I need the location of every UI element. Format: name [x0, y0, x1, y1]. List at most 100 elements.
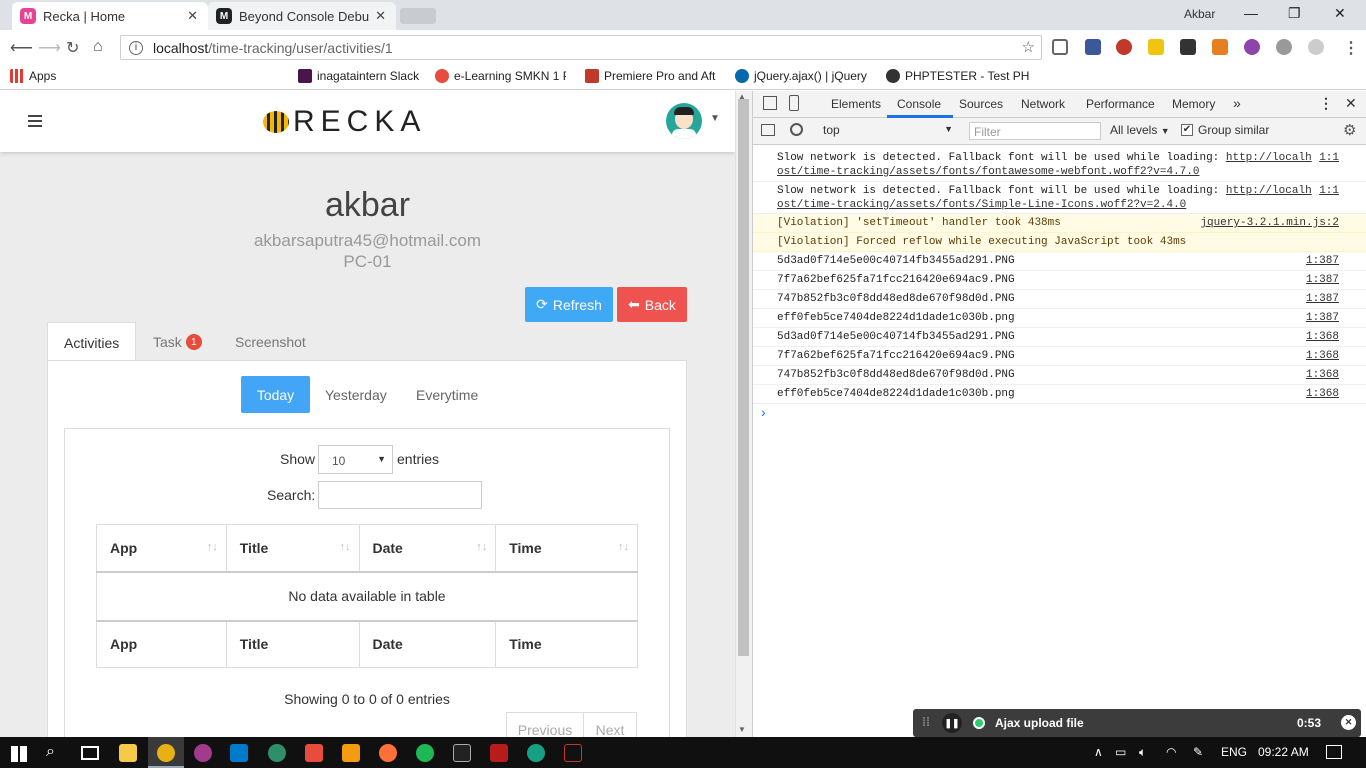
message-link-cont[interactable]: ost/time-tracking/assets/fonts/Simple-Li… — [777, 199, 1186, 211]
context-selector[interactable]: top ▼ — [823, 123, 953, 137]
log-levels-select[interactable]: All levels ▼ — [1110, 123, 1170, 137]
tab-activities[interactable]: Activities — [47, 322, 136, 361]
devtools-tab-console[interactable]: Console — [897, 97, 941, 111]
address-bar[interactable]: i localhost/time-tracking/user/activitie… — [120, 35, 1042, 60]
console-settings-gear-icon[interactable]: ⚙ — [1343, 121, 1356, 139]
devtools-tab-sources[interactable]: Sources — [959, 97, 1003, 111]
message-source[interactable]: 1:368 — [1306, 347, 1339, 365]
devtools-tab-memory[interactable]: Memory — [1172, 97, 1215, 111]
refresh-button[interactable]: ⟳ Refresh — [525, 287, 613, 322]
app-purple-icon[interactable] — [194, 744, 212, 762]
page-size-select[interactable]: 10 ▼ — [318, 445, 393, 474]
bookmark-star-icon[interactable]: ☆ — [1022, 38, 1035, 56]
range-today-button[interactable]: Today — [241, 376, 310, 413]
system-clock[interactable]: 09:22 AM — [1258, 745, 1309, 759]
bookmark-apps[interactable]: Apps — [10, 69, 56, 83]
filezilla-icon[interactable] — [490, 744, 508, 762]
message-source[interactable]: 1:1 — [1319, 184, 1339, 198]
more-tabs-icon[interactable]: » — [1233, 95, 1241, 111]
scroll-up-icon[interactable]: ▲ — [738, 92, 746, 101]
message-source[interactable]: 1:387 — [1306, 252, 1339, 270]
scroll-down-icon[interactable]: ▼ — [738, 725, 746, 734]
forward-arrow-icon[interactable]: ⟶ — [38, 38, 61, 58]
gray-extension-icon[interactable] — [1308, 39, 1324, 55]
wifi-icon[interactable]: ◠ — [1166, 745, 1176, 759]
drag-handle-icon[interactable]: ⁞⁞ — [922, 715, 930, 729]
hamburger-menu-icon[interactable] — [28, 115, 42, 127]
people-extension-icon[interactable] — [1116, 39, 1132, 55]
reload-icon[interactable]: ↻ — [66, 38, 79, 58]
image-extension-icon[interactable] — [1212, 39, 1228, 55]
battery-icon[interactable]: ▭ — [1115, 745, 1126, 759]
screenshot-extension-icon[interactable] — [1085, 39, 1101, 55]
spotify-icon[interactable] — [416, 744, 434, 762]
window-close-icon[interactable]: ✕ — [1334, 5, 1346, 22]
info-icon[interactable]: i — [129, 40, 143, 55]
devtools-menu-icon[interactable]: ⋮ — [1319, 95, 1333, 112]
browser-tab-beyond[interactable]: M Beyond Console Debugg ✕ — [208, 2, 396, 30]
close-tab-icon[interactable]: ✕ — [375, 8, 386, 24]
bookmark-premiere[interactable]: Premiere Pro and Aft — [585, 69, 716, 83]
device-toolbar-icon[interactable] — [789, 95, 799, 111]
app-dark-icon[interactable] — [564, 744, 582, 762]
bookmark-slack[interactable]: inagataintern Slack — [298, 69, 419, 83]
close-tab-icon[interactable]: ✕ — [187, 8, 198, 24]
clear-console-icon[interactable] — [790, 123, 803, 136]
devtools-tab-performance[interactable]: Performance — [1086, 97, 1155, 111]
avatar[interactable] — [666, 103, 702, 139]
tab-screenshot[interactable]: Screenshot — [235, 334, 306, 350]
home-icon[interactable]: ⌂ — [93, 38, 103, 56]
browser-tab-recka[interactable]: M Recka | Home ✕ — [12, 2, 208, 30]
message-source[interactable]: jquery-3.2.1.min.js:2 — [1200, 214, 1339, 232]
notification-close-icon[interactable]: ✕ — [1341, 715, 1356, 730]
sublime-icon[interactable] — [342, 744, 360, 762]
app-red-icon[interactable] — [305, 744, 323, 762]
pen-icon[interactable]: ✎ — [1193, 745, 1203, 759]
devtools-tab-elements[interactable]: Elements — [831, 97, 881, 111]
chrome-menu-icon[interactable]: ⋮ — [1343, 38, 1359, 58]
message-source[interactable]: 1:368 — [1306, 328, 1339, 346]
message-source[interactable]: 1:387 — [1306, 309, 1339, 327]
minimize-icon[interactable]: — — [1244, 5, 1258, 21]
vscode-icon[interactable] — [230, 744, 248, 762]
action-center-icon[interactable] — [1326, 745, 1342, 759]
column-header-date[interactable]: Date ↑↓ — [358, 524, 497, 573]
v-extension-icon[interactable] — [1148, 39, 1164, 55]
scrollbar-thumb[interactable] — [738, 99, 749, 656]
windows-start-icon[interactable] — [11, 746, 27, 762]
brand-logo[interactable]: RECKA — [263, 105, 426, 139]
task-view-icon[interactable] — [81, 746, 99, 760]
file-explorer-icon[interactable] — [119, 744, 137, 762]
message-source[interactable]: 1:1 — [1319, 151, 1339, 165]
message-link-cont[interactable]: ost/time-tracking/assets/fonts/fontaweso… — [777, 166, 1199, 178]
inspect-element-icon[interactable] — [763, 96, 777, 110]
pause-icon[interactable]: ❚❚ — [942, 713, 962, 733]
message-source[interactable]: 1:368 — [1306, 366, 1339, 384]
tray-expand-icon[interactable]: ∧ — [1094, 745, 1103, 759]
message-source[interactable]: 1:368 — [1306, 385, 1339, 403]
message-link[interactable]: http://localh — [1226, 185, 1312, 197]
firefox-icon[interactable] — [379, 744, 397, 762]
app-teal-icon[interactable] — [527, 744, 545, 762]
message-link[interactable]: http://localh — [1226, 152, 1312, 164]
sidebar-toggle-icon[interactable] — [761, 124, 775, 136]
app-green-icon[interactable] — [268, 744, 286, 762]
group-similar-checkbox[interactable]: ✔ — [1181, 124, 1193, 136]
back-button[interactable]: ⬅ Back — [617, 287, 687, 322]
download-extension-icon[interactable] — [1052, 39, 1068, 55]
m-extension-icon[interactable] — [1276, 39, 1292, 55]
devtools-close-icon[interactable]: ✕ — [1345, 95, 1357, 112]
back-arrow-icon[interactable]: ⟵ — [10, 38, 33, 58]
new-tab-button[interactable] — [400, 8, 436, 24]
range-everytime-button[interactable]: Everytime — [416, 387, 478, 403]
caret-down-icon[interactable]: ▼ — [710, 113, 720, 124]
range-yesterday-button[interactable]: Yesterday — [325, 387, 387, 403]
console-filter-input[interactable]: Filter — [969, 122, 1101, 140]
bookmark-phptester[interactable]: PHPTESTER - Test PH — [886, 69, 1040, 83]
cmd-icon[interactable] — [453, 744, 471, 762]
search-icon[interactable]: ⌕ — [46, 743, 55, 761]
profile-name[interactable]: Akbar — [1184, 7, 1215, 21]
purple-extension-icon[interactable] — [1244, 39, 1260, 55]
search-input[interactable] — [318, 481, 482, 509]
volume-icon[interactable]: 🔈︎ — [1139, 745, 1146, 760]
